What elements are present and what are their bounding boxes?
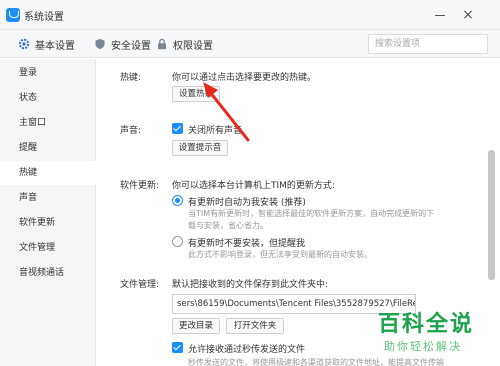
app-icon <box>6 8 20 22</box>
change-directory-button[interactable]: 更改目录 <box>172 318 220 334</box>
tab-label: 安全设置 <box>111 40 151 52</box>
tab-basic-settings[interactable]: 基本设置 <box>18 30 75 58</box>
notify-only-label: 有更新时不要安装，但提醒我 <box>188 239 306 249</box>
sidebar-item-hotkey[interactable]: 热键 <box>0 161 96 185</box>
sidebar-item-software-update[interactable]: 软件更新 <box>0 211 96 235</box>
title-bar: 系统设置 × <box>0 0 500 30</box>
tab-label: 基本设置 <box>35 40 75 52</box>
watermark-logo-text: 百科全说 <box>378 312 475 337</box>
search-input[interactable] <box>368 34 488 54</box>
tab-label: 权限设置 <box>173 40 213 52</box>
window-title: 系统设置 <box>24 12 64 23</box>
sidebar-item-status[interactable]: 状态 <box>0 86 96 110</box>
notify-only-sub: 此方式不影响登录，但无法享受到最新的自动安装。 <box>188 250 372 259</box>
allow-instant-transfer-label: 允许接收通过秒传发送的文件 <box>188 345 306 355</box>
instant-transfer-sub: 秒传发送的文件，将使用极速和各渠道获取的文件地址，能提高文件传输 <box>188 358 444 366</box>
sidebar-item-login[interactable]: 登录 <box>0 61 96 85</box>
sidebar-item-main-window[interactable]: 主窗口 <box>0 111 96 135</box>
file-management-description: 默认把接收到的文件保存到此文件夹中: <box>172 280 329 290</box>
hotkey-label: 热键: <box>120 73 142 83</box>
close-button[interactable]: × <box>458 5 478 25</box>
update-label: 软件更新: <box>120 181 160 191</box>
open-folder-button[interactable]: 打开文件夹 <box>226 318 284 334</box>
mute-all-checkbox[interactable] <box>172 123 183 134</box>
sidebar-item-sound[interactable]: 声音 <box>0 186 96 210</box>
sidebar-item-reminder[interactable]: 提醒 <box>0 136 96 160</box>
tab-permission-settings[interactable]: 权限设置 <box>156 30 213 58</box>
notify-only-radio[interactable] <box>172 236 183 247</box>
allow-instant-transfer-checkbox[interactable] <box>172 342 183 353</box>
sidebar-item-av-call[interactable]: 音视频通话 <box>0 261 96 285</box>
auto-install-label: 有更新时自动为我安装 (推荐) <box>188 198 306 208</box>
auto-install-radio[interactable] <box>172 195 183 206</box>
watermark-slogan: 助你轻松解决 <box>384 340 462 353</box>
gear-icon <box>18 38 30 50</box>
auto-install-sub-1: 当TIM有新更新时，智能选择最佳的软件更新方案，自动完成更新的下 <box>188 209 435 218</box>
file-management-label: 文件管理: <box>120 280 160 290</box>
tab-bar: 基本设置 安全设置 权限设置 <box>0 30 500 58</box>
annotation-arrow <box>203 82 250 142</box>
update-description: 你可以选择本台计算机上TIM的更新方式: <box>172 181 335 191</box>
minimize-button[interactable] <box>430 5 450 25</box>
content-scrollbar[interactable] <box>488 150 495 280</box>
lock-icon <box>158 38 166 50</box>
tab-security-settings[interactable]: 安全设置 <box>94 30 151 58</box>
sound-label: 声音: <box>120 126 142 136</box>
sidebar-item-file-management[interactable]: 文件管理 <box>0 236 96 260</box>
auto-install-sub-2: 载与安装，省心省力。 <box>188 221 268 230</box>
settings-sidebar: 登录 状态 主窗口 提醒 热键 声音 软件更新 文件管理 音视频通话 <box>0 59 96 366</box>
shield-icon <box>95 39 105 49</box>
